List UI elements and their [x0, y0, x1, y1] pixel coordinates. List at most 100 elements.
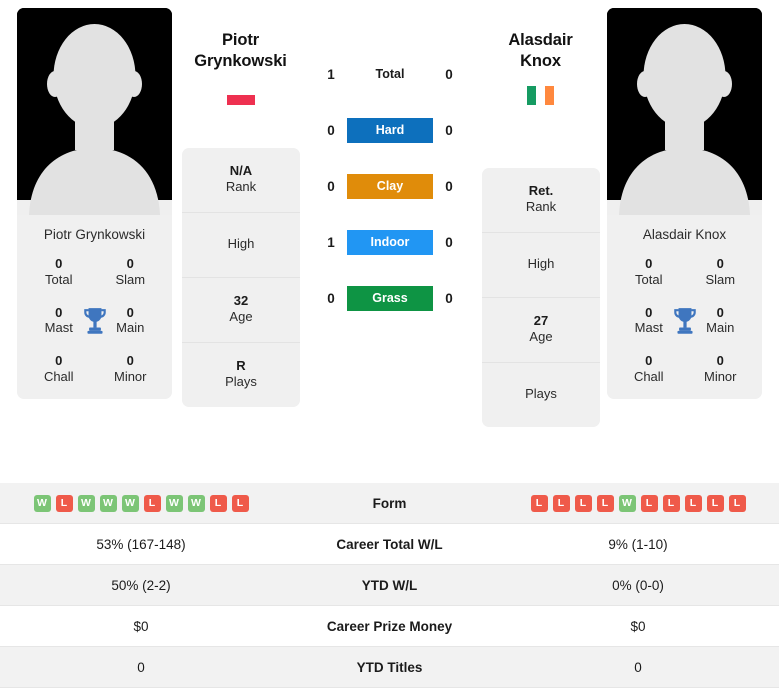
info-plays: Plays	[482, 363, 600, 427]
comparison-header: Piotr Grynkowski 0 Total 0 Slam 0 Mast 0…	[0, 0, 779, 478]
info-high-label: High	[227, 236, 255, 252]
info-rank-label: Rank	[525, 199, 557, 215]
table-cell-right: 0% (0-0)	[612, 577, 664, 593]
form-badge-l: L	[640, 494, 658, 512]
form-badge-w: W	[77, 494, 95, 512]
player-left-card-name: Piotr Grynkowski	[43, 227, 146, 242]
info-high: High	[182, 213, 300, 279]
titles-minor-label: Minor	[113, 369, 147, 384]
player-left-last-name: Grynkowski	[194, 51, 287, 70]
surface-row-hard: 0 Hard 0	[310, 116, 470, 144]
info-rank: Ret. Rank	[482, 168, 600, 234]
surface-left-score: 1	[327, 234, 335, 250]
table-cell-right: 0	[634, 659, 642, 675]
table-cell-right: LLLLWLLLLL	[497, 494, 779, 512]
player-right-photo	[607, 8, 762, 215]
surface-right-score: 0	[445, 122, 453, 138]
form-badge-w: W	[33, 494, 51, 512]
form-badge-l: L	[596, 494, 614, 512]
titles-chall-value: 0	[645, 353, 653, 369]
info-high: High	[482, 233, 600, 299]
form-badge-l: L	[684, 494, 702, 512]
table-cell-left: WLWWWLWWLL	[0, 494, 282, 512]
info-rank-value: Ret.	[528, 183, 554, 198]
titles-total: 0 Total	[613, 256, 685, 288]
form-badge-l: L	[143, 494, 161, 512]
surface-row-total: 1 Total 0	[310, 60, 470, 88]
titles-chall-label: Chall	[43, 369, 74, 384]
form-badge-w: W	[187, 494, 205, 512]
info-age-label: Age	[229, 309, 253, 325]
player-left-flag-wrap	[178, 85, 303, 105]
info-age-value: 27	[533, 313, 549, 329]
surface-row-indoor: 1 Indoor 0	[310, 228, 470, 256]
player-left-photo	[17, 8, 172, 215]
titles-slam-label: Slam	[115, 271, 146, 287]
titles-minor-label: Minor	[703, 369, 737, 384]
titles-minor: 0 Minor	[95, 353, 167, 385]
titles-minor-value: 0	[716, 353, 724, 369]
trophy-icon	[673, 307, 696, 334]
form-badge-w: W	[618, 494, 636, 512]
info-age-value: 32	[233, 293, 249, 309]
table-row-label: Form	[372, 495, 407, 511]
player-right-flag-wrap	[478, 85, 603, 105]
surface-left-score: 0	[327, 178, 335, 194]
table-row: $0 Career Prize Money $0	[0, 606, 779, 647]
titles-minor-value: 0	[126, 353, 134, 369]
player-comparison-page: Piotr Grynkowski 0 Total 0 Slam 0 Mast 0…	[0, 0, 779, 699]
form-badge-w: W	[99, 494, 117, 512]
surface-row-clay: 0 Clay 0	[310, 172, 470, 200]
titles-slam-label: Slam	[705, 271, 736, 287]
info-age: 32 Age	[182, 278, 300, 344]
form-badge-l: L	[552, 494, 570, 512]
titles-minor: 0 Minor	[685, 353, 757, 385]
info-high-label: High	[527, 256, 555, 272]
player-right-first-name: Alasdair	[508, 31, 573, 49]
info-rank: N/A Rank	[182, 148, 300, 214]
form-badge-l: L	[706, 494, 724, 512]
flag-poland-icon	[226, 85, 255, 105]
titles-slam-value: 0	[126, 256, 134, 271]
surface-right-score: 0	[445, 178, 453, 194]
titles-total-value: 0	[645, 256, 653, 271]
flag-ireland-icon	[526, 85, 555, 105]
form-badge-l: L	[231, 494, 249, 512]
player-right-column: Alasdair Knox 0 Total 0 Slam 0 Mast 0 Ma…	[607, 8, 762, 399]
titles-chall-label: Chall	[633, 369, 664, 384]
form-badge-l: L	[530, 494, 548, 512]
table-cell-right: $0	[630, 618, 646, 634]
form-badges: LLLLWLLLLL	[497, 494, 779, 512]
info-rank-label: Rank	[225, 179, 257, 195]
player-left-name-block: Piotr Grynkowski	[178, 30, 303, 105]
form-badge-l: L	[728, 494, 746, 512]
avatar-placeholder-icon	[17, 8, 172, 215]
titles-total-value: 0	[55, 256, 63, 271]
form-badge-w: W	[165, 494, 183, 512]
titles-chall-value: 0	[55, 353, 63, 369]
info-plays-label: Plays	[525, 386, 557, 402]
comparison-stats-table: W L W W W L W W L L Form L L L L W L L L L L 53% (167-148) Car…	[0, 483, 779, 688]
table-row-label: Career Prize Money	[326, 618, 453, 634]
table-cell-left: 50% (2-2)	[111, 577, 171, 593]
surface-left-score: 0	[327, 290, 335, 306]
surface-label-clay: Clay	[347, 173, 433, 199]
titles-slam: 0 Slam	[95, 256, 167, 288]
player-right-titles-card: Alasdair Knox 0 Total 0 Slam 0 Mast 0 Ma…	[607, 215, 762, 399]
surface-right-score: 0	[445, 234, 453, 250]
table-row-label: YTD W/L	[361, 577, 418, 593]
titles-total-label: Total	[45, 271, 73, 287]
player-right-last-name: Knox	[520, 51, 561, 70]
info-rank-value: N/A	[229, 163, 253, 178]
form-badge-w: W	[121, 494, 139, 512]
form-badge-l: L	[662, 494, 680, 512]
form-badge-l: L	[574, 494, 592, 512]
table-row: 53% (167-148) Career Total W/L 9% (1-10)	[0, 524, 779, 565]
table-row-label: Career Total W/L	[336, 536, 443, 552]
surface-label-total: Total	[375, 66, 405, 81]
form-badges: WLWWWLWWLL	[0, 494, 282, 512]
table-row: W L W W W L W W L L Form L L L L W L L L L L	[0, 483, 779, 524]
titles-total: 0 Total	[23, 256, 95, 288]
form-badge-l: L	[209, 494, 227, 512]
player-right-info-card: Ret. Rank High 27 Age Plays	[482, 168, 600, 428]
